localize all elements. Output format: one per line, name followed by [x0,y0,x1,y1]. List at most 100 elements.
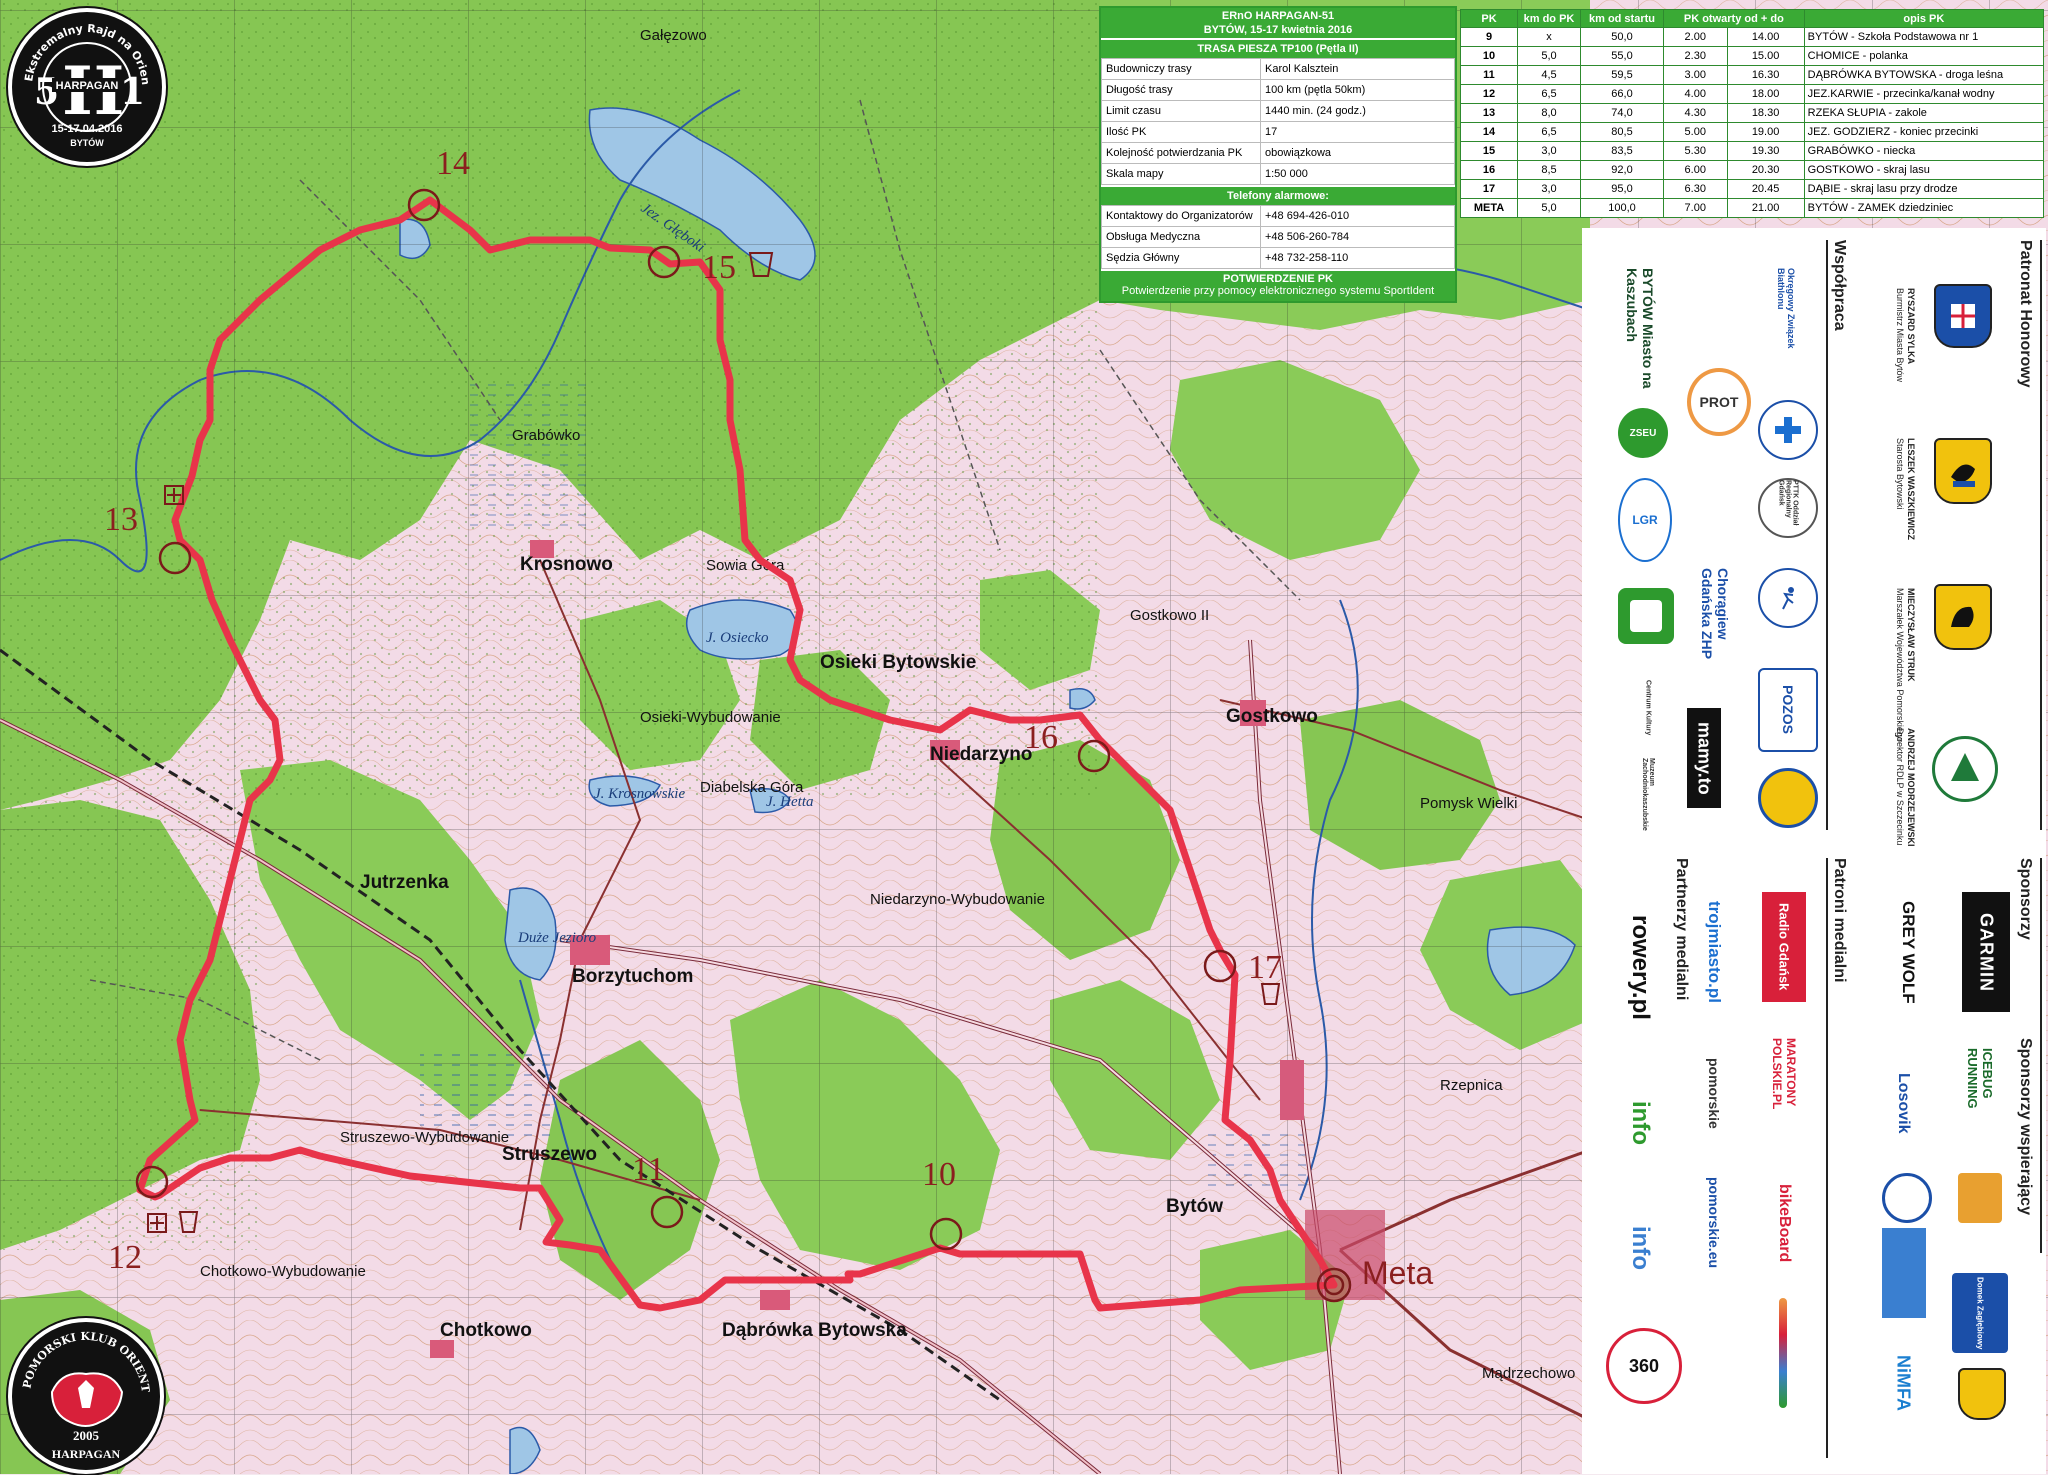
supporting-badge-2 [1882,1173,1932,1223]
town-jutrzenka: Jutrzenka [360,872,449,893]
checkpoint-close: 20.30 [1726,160,1805,180]
phones-table: Kontaktowy do Organizatorów +48 694-426-… [1101,205,1455,269]
checkpoint-desc: BYTÓW - ZAMEK dziedziniec [1803,198,2045,218]
route-detail-key: Budowniczy trasy [1101,58,1261,80]
checkpoint-km-from: 59,5 [1580,65,1664,85]
badge-number-right: 1 [120,71,145,113]
checkpoint-id: 11 [1460,65,1518,85]
checkpoint-id: 10 [1460,46,1518,66]
coop-logo-bytow: BYTÓW Miasto na Kaszubach [1624,268,1656,389]
checkpoint-close: 19.00 [1726,122,1805,142]
route-detail-key: Długość trasy [1101,79,1261,101]
checkpoint-km-to: 8,5 [1517,160,1581,180]
phone-value[interactable]: +48 694-426-010 [1260,205,1455,227]
coop-logo-sport [1758,568,1818,628]
sponsors-title: Sponsorzy [2017,858,2034,940]
checkpoint-open: 6.00 [1663,160,1728,180]
town-galezowo: Gałęzowo [640,27,707,44]
town-rzepnica: Rzepnica [1440,1077,1503,1094]
phone-value[interactable]: +48 506-260-784 [1260,226,1455,248]
town-niedarzyno-wyb: Niedarzyno-Wybudowanie [870,891,1045,908]
checkpoint-label-11: 11 [632,1151,665,1188]
honorary-role-1: Burmistrz Miasta Bytów [1895,288,1905,383]
col-km-to: km do PK [1517,9,1581,28]
phone-key: Kontaktowy do Organizatorów [1101,205,1261,227]
coop-logo-lgr: LGR [1618,478,1672,562]
checkpoint-open: 5.30 [1663,141,1728,161]
checkpoint-km-to: 3,0 [1517,179,1581,199]
checkpoint-desc: BYTÓW - Szkoła Podstawowa nr 1 [1803,27,2045,47]
checkpoint-id: 17 [1460,179,1518,199]
route-detail-value: obowiązkowa [1260,142,1455,164]
checkpoint-km-to: 6,5 [1517,122,1581,142]
town-gostkowo-ii: Gostkowo II [1130,607,1209,624]
checkpoint-desc: DĄBRÓWKA BYTOWSKA - droga leśna [1803,65,2045,85]
event-badge-art: Ekstremalny Rajd na Orientację 5 H 1 HAR… [8,2,152,148]
route-detail-row: Limit czasu 1440 min. (24 godz.) [1101,100,1455,122]
media-rowery-logo: rowery.pl [1627,914,1654,1020]
honorary-title: Patronat Honorowy [2017,240,2034,388]
event-title: ERnO HARPAGAN-51 [1101,8,1455,24]
checkpoint-km-from: 95,0 [1580,179,1664,199]
route-title: TRASA PIESZA TP100 (Pętla II) [1101,38,1455,58]
checkpoint-row: 10 5,0 55,0 2.30 15.00 CHOMICE - polanka [1460,46,2045,66]
checkpoint-close: 18.00 [1726,84,1805,104]
checkpoint-close: 15.00 [1726,46,1805,66]
route-detail-value: 17 [1260,121,1455,143]
honorary-role-2: Starosta Bytowski [1895,438,1905,510]
checkpoint-row: META 5,0 100,0 7.00 21.00 BYTÓW - ZAMEK … [1460,198,2045,218]
checkpoint-open: 5.00 [1663,122,1728,142]
coop-logo-pozos: POZOS [1758,668,1818,752]
checkpoint-row: 11 4,5 59,5 3.00 16.30 DĄBRÓWKA BYTOWSKA… [1460,65,2045,85]
club-badge-art: POMORSKI KLUB ORIENTACJI 2005 HARPAGAN [7,1312,152,1461]
route-detail-row: Kolejność potwierdzania PK obowiązkowa [1101,142,1455,164]
media-radio-gdansk-logo: Radio Gdańsk [1762,892,1806,1002]
supporting-domek-logo: Domek Zagłębiowy [1952,1273,2008,1353]
checkpoint-desc: DĄBIE - skraj lasu przy drodze [1803,179,2045,199]
coop-logo-round [1758,768,1818,828]
checkpoint-desc: GRABÓWKO - niecka [1803,141,2045,161]
checkpoint-label-17: 17 [1248,949,1282,986]
label-j-osiecko: J. Osiecko [706,630,769,646]
checkpoint-label-12: 12 [108,1239,142,1276]
checkpoint-open: 4.00 [1663,84,1728,104]
checkpoint-row: 9 x 50,0 2.00 14.00 BYTÓW - Szkoła Podst… [1460,27,2045,47]
route-detail-row: Długość trasy 100 km (pętla 50km) [1101,79,1455,101]
coop-logo-zseu: ZSEU [1618,408,1668,458]
checkpoint-label-13: 13 [104,501,138,538]
honorary-person-1: RYSZARD SYLKA Burmistrz Miasta Bytów [1894,288,1916,382]
route-detail-row: Ilość PK 17 [1101,121,1455,143]
honorary-name-1: RYSZARD SYLKA [1906,288,1916,365]
honorary-name-4: ANDRZEJ MODRZEJEWSKI [1906,728,1916,847]
checkpoint-desc: CHOMICE - polanka [1803,46,2045,66]
label-j-krosnowskie: J. Krosnowskie [594,786,685,802]
checkpoint-km-to: 4,5 [1517,65,1581,85]
media-bikeboard-logo: bikeBoard [1776,1183,1793,1263]
checkpoint-km-from: 83,5 [1580,141,1664,161]
coop-logo-pttk: PTTK Oddział Regionalny Gdańsk [1758,478,1818,538]
phone-row: Kontaktowy do Organizatorów +48 694-426-… [1101,205,1455,227]
checkpoint-table: PK km do PK km od startu PK otwarty od +… [1460,9,2045,218]
checkpoint-km-from: 92,0 [1580,160,1664,180]
event-subtitle: BYTÓW, 15-17 kwietnia 2016 [1101,24,1455,38]
label-duze-jezioro: Duże Jezioro [517,930,597,946]
phone-value[interactable]: +48 732-258-110 [1260,247,1455,269]
coop-logo-centrum: Centrum Kultury [1644,680,1652,736]
event-badge: Ekstremalny Rajd na Orientację 5 H 1 HAR… [8,2,166,166]
supporting-crest [1958,1368,2006,1420]
checkpoint-km-to: 8,0 [1517,103,1581,123]
checkpoint-id: 13 [1460,103,1518,123]
media-maratony-logo: MARATONY POLSKIE.PL [1770,1038,1798,1110]
checkpoint-desc: RZEKA SŁUPIA - zakole [1803,103,2045,123]
coop-logo-square [1618,588,1674,644]
checkpoint-id: 15 [1460,141,1518,161]
checkpoint-close: 18.30 [1726,103,1805,123]
lasy-panstwowe-logo [1932,736,1998,802]
checkpoint-km-to: 3,0 [1517,141,1581,161]
coop-logo-muzeum: Muzeum Zachodniokaszubskie [1641,758,1655,831]
checkpoint-close: 14.00 [1726,27,1805,47]
club-name: HARPAGAN [52,1447,121,1461]
route-detail-value: 1:50 000 [1260,163,1455,185]
checkpoint-km-to: 5,0 [1517,198,1581,218]
coop-logo-med [1758,400,1818,460]
